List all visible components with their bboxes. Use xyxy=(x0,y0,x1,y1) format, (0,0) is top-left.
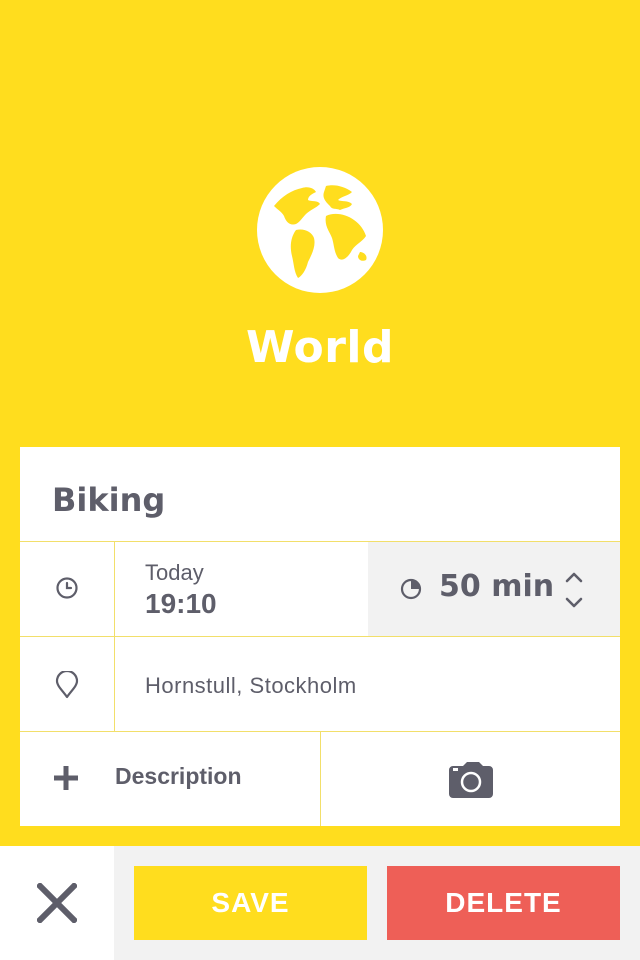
up-down-chevron-icon[interactable] xyxy=(564,570,584,610)
activity-name-field[interactable]: Biking xyxy=(52,481,165,519)
location-row[interactable]: Hornstull, Stockholm xyxy=(20,636,620,731)
activity-name-row[interactable]: Biking xyxy=(20,447,620,541)
page-title: World xyxy=(246,322,394,373)
activity-card: Biking Today 19:10 50 min Hornstull, Sto… xyxy=(20,447,620,826)
time-value: 19:10 xyxy=(145,588,217,619)
extras-row: Description xyxy=(20,731,620,826)
close-icon xyxy=(37,883,77,923)
time-picker[interactable]: Today 19:10 xyxy=(145,560,217,620)
action-bar: SAVE DELETE xyxy=(0,846,640,960)
add-photo-button[interactable] xyxy=(321,732,620,826)
pie-icon xyxy=(400,578,422,600)
time-day-label: Today xyxy=(145,560,204,585)
time-row: Today 19:10 50 min xyxy=(20,541,620,636)
add-description-button[interactable]: Description xyxy=(20,732,321,826)
location-icon-cell xyxy=(20,637,115,731)
plus-icon xyxy=(54,766,78,790)
location-value[interactable]: Hornstull, Stockholm xyxy=(145,673,357,699)
close-button[interactable] xyxy=(0,846,114,960)
location-pin-icon xyxy=(55,671,79,699)
globe-icon xyxy=(257,167,383,293)
duration-value: 50 min xyxy=(439,569,555,604)
clock-icon xyxy=(56,577,78,599)
description-label: Description xyxy=(115,763,242,789)
delete-button[interactable]: DELETE xyxy=(387,866,620,940)
save-button[interactable]: SAVE xyxy=(134,866,367,940)
header: World xyxy=(0,0,640,447)
time-icon-cell xyxy=(20,542,115,636)
duration-selector[interactable]: 50 min xyxy=(368,542,620,636)
camera-icon xyxy=(449,762,493,798)
